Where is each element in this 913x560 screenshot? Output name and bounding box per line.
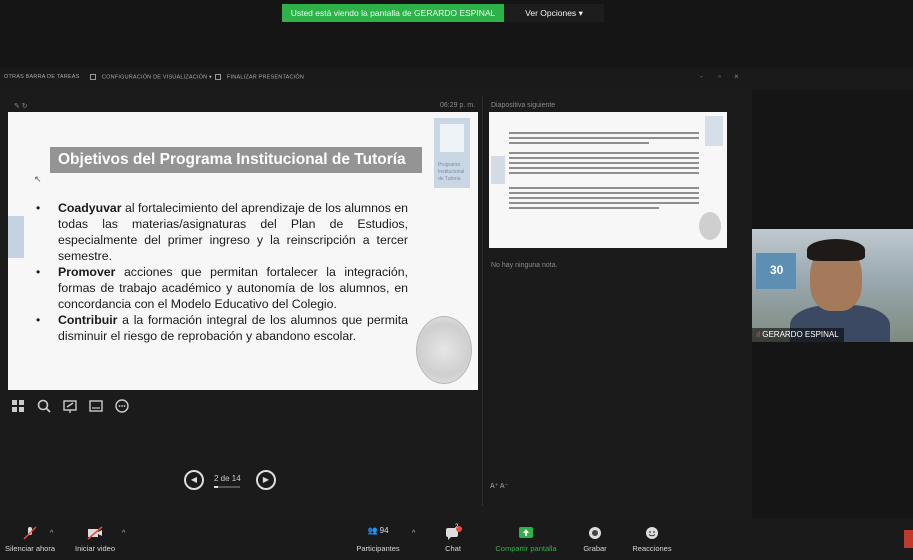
subtitles-icon[interactable] xyxy=(88,398,104,414)
current-slide[interactable]: Programa Institucional de Tutoría Objetivo… xyxy=(8,112,478,390)
participants-icon: 👥 xyxy=(367,526,378,535)
slide-title: Objetivos del Programa Institucional de … xyxy=(50,147,422,173)
zoom-icon[interactable] xyxy=(36,398,52,414)
close-button[interactable]: × xyxy=(734,72,739,81)
slide-tools xyxy=(10,398,150,416)
next-slide-button[interactable]: ▶ xyxy=(256,470,276,490)
participant-video[interactable]: 30 ıl GERARDO ESPINAL xyxy=(752,229,913,342)
presenter-toolbar: OTRAS BARRA DE TAREAS CONFIGURACIÓN DE V… xyxy=(0,68,913,90)
svg-text:de Tutoría: de Tutoría xyxy=(438,176,461,182)
list-item: Coadyuvar al fortalecimiento del aprendi… xyxy=(36,200,408,264)
share-status-banner: Usted está viendo la pantalla de GERARDO… xyxy=(282,4,504,22)
pen-tool-icon[interactable]: ✎ ↻ xyxy=(14,102,28,110)
svg-text:Programa: Programa xyxy=(438,162,460,168)
record-icon xyxy=(589,527,601,539)
meeting-controls-bar: Silenciar ahora ^ Iniciar video ^ 👥 94 P… xyxy=(0,518,913,560)
next-slide-preview[interactable] xyxy=(489,112,727,248)
presentation-clock: 06:29 p. m. xyxy=(440,102,476,109)
university-seal-icon xyxy=(699,212,721,240)
audio-options-caret[interactable]: ^ xyxy=(50,530,53,537)
slide-counter: 2 de 14 xyxy=(214,474,241,483)
record-button[interactable]: Grabar xyxy=(578,526,612,553)
camera-off-icon xyxy=(87,526,103,540)
participants-button[interactable]: 👥 94 Participantes xyxy=(346,526,410,553)
program-logo xyxy=(705,116,723,146)
participants-count: 94 xyxy=(379,526,389,535)
list-item: Promover acciones que permitan fortalece… xyxy=(36,264,408,312)
view-options-label: Ver Opciones xyxy=(525,8,577,18)
speaker-notes: No hay ninguna nota. xyxy=(491,262,558,269)
slide-decoration xyxy=(491,156,505,184)
video-options-caret[interactable]: ^ xyxy=(122,530,125,537)
slide-decoration xyxy=(8,216,24,258)
maximize-button[interactable]: ▫ xyxy=(718,72,721,81)
view-options-button[interactable]: Ver Opciones ▾ xyxy=(504,4,604,22)
person-hair xyxy=(807,239,865,261)
chat-button[interactable]: Chat xyxy=(438,526,468,553)
list-item: Contribuir a la formación integral de lo… xyxy=(36,312,408,344)
minimize-button[interactable]: - xyxy=(700,72,703,81)
reactions-button[interactable]: Reacciones xyxy=(628,526,676,553)
slides-grid-icon[interactable] xyxy=(10,398,26,414)
share-screen-icon xyxy=(519,527,533,538)
signal-icon: ıl xyxy=(756,330,760,339)
chat-badge: 2 xyxy=(455,524,459,530)
slide-navigation: ◀ 2 de 14 ▶ xyxy=(184,470,284,492)
taskbar-button[interactable]: OTRAS BARRA DE TAREAS xyxy=(4,74,80,80)
previous-slide-button[interactable]: ◀ xyxy=(184,470,204,490)
more-options-icon[interactable] xyxy=(114,398,130,414)
edge-badge xyxy=(904,530,913,548)
display-settings-button[interactable]: CONFIGURACIÓN DE VISUALIZACIÓN ▾ xyxy=(90,74,212,80)
participant-name-label: ıl GERARDO ESPINAL xyxy=(752,328,844,342)
microphone-muted-icon xyxy=(23,526,37,540)
pen-icon[interactable] xyxy=(62,398,78,414)
monitor-icon xyxy=(90,74,96,80)
program-logo: Programa Institucional de Tutoría xyxy=(434,118,470,188)
panel-divider[interactable] xyxy=(482,96,483,506)
share-screen-button[interactable]: Compartir pantalla xyxy=(486,526,566,553)
participants-options-caret[interactable]: ^ xyxy=(412,530,415,537)
background-sign: 30 xyxy=(756,253,796,289)
text-size-controls[interactable]: A⁺ A⁻ xyxy=(490,482,508,490)
university-seal-icon xyxy=(416,316,472,384)
slide-progress-fill xyxy=(214,486,218,488)
smiley-icon xyxy=(646,527,658,539)
start-video-button[interactable]: Iniciar video xyxy=(60,526,130,553)
chat-icon xyxy=(446,526,462,540)
svg-text:Institucional: Institucional xyxy=(438,169,464,175)
objectives-list: Coadyuvar al fortalecimiento del aprendi… xyxy=(36,200,408,344)
slide-progress-bar xyxy=(214,486,240,488)
end-presentation-button[interactable]: FINALIZAR PRESENTACIÓN xyxy=(215,74,304,80)
chevron-down-icon: ▾ xyxy=(578,8,583,18)
screen-icon xyxy=(215,74,221,80)
cursor-icon: ↖ xyxy=(34,174,42,184)
next-slide-label: Diapositiva siguiente xyxy=(491,102,556,109)
